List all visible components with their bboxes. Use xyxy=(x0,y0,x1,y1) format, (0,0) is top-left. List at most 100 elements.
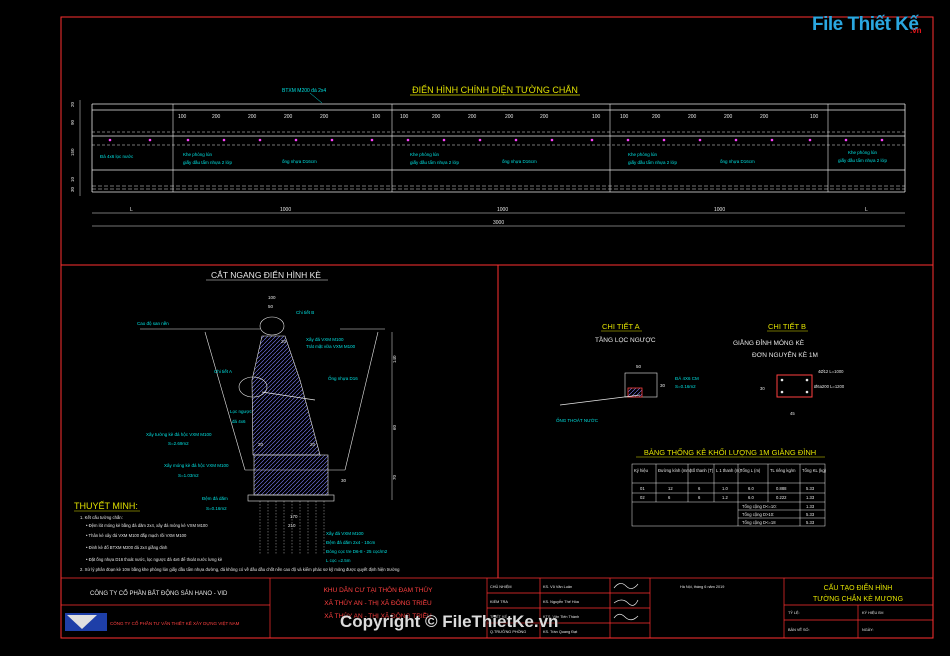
svg-text:1.33: 1.33 xyxy=(806,504,815,509)
svg-text:GIẰNG ĐỈNH MÓNG KÈ: GIẰNG ĐỈNH MÓNG KÈ xyxy=(733,338,805,347)
svg-text:Xây đá VXM M100: Xây đá VXM M100 xyxy=(306,337,344,342)
svg-text:ống nhựa D16cm: ống nhựa D16cm xyxy=(282,159,317,164)
svg-text:Tổng KL (kg): Tổng KL (kg) xyxy=(802,468,827,473)
svg-text:BẢN VẼ SỐ:: BẢN VẼ SỐ: xyxy=(788,627,810,632)
svg-text:100: 100 xyxy=(372,114,381,120)
svg-text:XÃ THỦY AN - THỊ XÃ ĐÔNG TRIỀU: XÃ THỦY AN - THỊ XÃ ĐÔNG TRIỀU xyxy=(324,597,432,607)
svg-text:10: 10 xyxy=(70,176,75,182)
consultant-name: CÔNG TY CỔ PHẦN TƯ VẤN THIẾT KẾ XÂY DỰNG… xyxy=(110,619,240,626)
svg-text:5.33: 5.33 xyxy=(806,486,815,491)
svg-text:S=2.69m2: S=2.69m2 xyxy=(168,441,189,446)
svg-text:200: 200 xyxy=(320,114,329,120)
svg-text:30: 30 xyxy=(70,186,75,192)
svg-text:1.33: 1.33 xyxy=(806,495,815,500)
svg-text:01: 01 xyxy=(640,486,645,491)
svg-text:Số thanh (T): Số thanh (T) xyxy=(690,468,714,473)
watermark-logo: File Thiết Kế .vn xyxy=(812,14,922,42)
notes-block: THUYẾT MINH: 1. Kết cấu tường chắn: • Đệ… xyxy=(74,501,400,572)
svg-text:• Thân kè xây đá VXM M100 đắp: • Thân kè xây đá VXM M100 đắp mạch rồi V… xyxy=(86,533,187,538)
svg-text:Cao độ san nền: Cao độ san nền xyxy=(137,321,169,326)
signature xyxy=(613,599,639,606)
svg-text:20: 20 xyxy=(70,101,75,107)
svg-text:Khe phòng lún: Khe phòng lún xyxy=(410,152,440,157)
detail-b: CHI TIẾT B GIẰNG ĐỈNH MÓNG KÈ ĐƠN NGUYÊN… xyxy=(733,321,845,416)
svg-text:CHI TIẾT B: CHI TIẾT B xyxy=(768,321,806,331)
svg-text:4Ø12 L=1000: 4Ø12 L=1000 xyxy=(818,369,844,374)
svg-text:Lọc ngược: Lọc ngược xyxy=(230,409,252,414)
svg-text:30: 30 xyxy=(760,386,765,391)
svg-text:Tổng cộng D<=10:: Tổng cộng D<=10: xyxy=(742,504,777,509)
svg-text:0.888: 0.888 xyxy=(776,486,787,491)
svg-text:Tổng cộng D>10:: Tổng cộng D>10: xyxy=(742,512,774,517)
svg-text:S=0.16m2: S=0.16m2 xyxy=(675,384,696,389)
svg-text:KÝ HIỆU BV:: KÝ HIỆU BV: xyxy=(862,610,884,615)
svg-text:Tổng cộng D<=18: Tổng cộng D<=18 xyxy=(742,520,776,525)
svg-text:100: 100 xyxy=(592,114,601,120)
svg-text:Chi tiết B: Chi tiết B xyxy=(296,310,314,315)
cad-drawing: ĐIỂN HÌNH CHÍNH DIỆN TƯỜNG CHẮN BTXM M20… xyxy=(60,16,934,639)
svg-text:BẢNG THỐNG KÊ KHỐI LƯỢNG 1M GI: BẢNG THỐNG KÊ KHỐI LƯỢNG 1M GIẰNG ĐỈNH xyxy=(644,447,816,457)
svg-text:90: 90 xyxy=(70,119,75,125)
svg-text:Khe phòng lún: Khe phòng lún xyxy=(183,152,213,157)
svg-text:200: 200 xyxy=(760,114,769,120)
svg-text:20: 20 xyxy=(258,442,264,447)
watermark-logo-text: File Thiết Kế xyxy=(812,14,919,35)
svg-text:30: 30 xyxy=(660,383,666,388)
svg-text:200: 200 xyxy=(284,114,293,120)
svg-text:• Đệm lót móng kè bằng đá dăm: • Đệm lót móng kè bằng đá dăm 2x4, xây đ… xyxy=(86,523,208,528)
svg-text:1.2: 1.2 xyxy=(722,495,728,500)
svg-text:1. Kết cấu tường chắn:: 1. Kết cấu tường chắn: xyxy=(80,515,123,520)
svg-text:TỶ LỆ:: TỶ LỆ: xyxy=(788,610,800,615)
svg-text:Chi tiết A: Chi tiết A xyxy=(214,369,232,374)
svg-text:Trát mặt vữa VXM M100: Trát mặt vữa VXM M100 xyxy=(306,344,356,349)
svg-text:L 1 thanh (m): L 1 thanh (m) xyxy=(716,468,741,473)
svg-text:200: 200 xyxy=(652,114,661,120)
svg-text:ỐNG THOÁT NƯỚC: ỐNG THOÁT NƯỚC xyxy=(556,417,599,423)
svg-text:1000: 1000 xyxy=(714,207,725,213)
drain-points xyxy=(108,138,884,142)
signature xyxy=(613,613,639,621)
svg-text:6.0: 6.0 xyxy=(748,486,754,491)
svg-text:100: 100 xyxy=(620,114,629,120)
elevation-view: ĐIỂN HÌNH CHÍNH DIỆN TƯỜNG CHẮN BTXM M20… xyxy=(70,84,906,227)
svg-text:200: 200 xyxy=(248,114,257,120)
svg-text:CHI TIẾT A: CHI TIẾT A xyxy=(602,321,640,331)
svg-text:100: 100 xyxy=(400,114,409,120)
svg-text:200: 200 xyxy=(432,114,441,120)
svg-text:Ống nhựa D16: Ống nhựa D16 xyxy=(328,375,358,381)
svg-text:20: 20 xyxy=(281,339,287,344)
svg-text:giấy dầu tẩm nhựa 2 lớp: giấy dầu tẩm nhựa 2 lớp xyxy=(628,159,677,165)
svg-text:6: 6 xyxy=(698,486,701,491)
svg-text:170: 170 xyxy=(290,514,298,519)
svg-text:Đóng cọc tre D6-8 - 25 cọc/m2: Đóng cọc tre D6-8 - 25 cọc/m2 xyxy=(326,549,388,554)
svg-text:Khe phòng lún: Khe phòng lún xyxy=(628,152,658,157)
svg-text:6.0: 6.0 xyxy=(748,495,754,500)
svg-text:2. Xử lý phân đoạn kè 10m bằng: 2. Xử lý phân đoạn kè 10m bằng khe phòng… xyxy=(80,567,400,572)
svg-text:Ø6a200 L=1200: Ø6a200 L=1200 xyxy=(814,384,845,389)
svg-text:Đệm đá dăm 2x4 - 10cm: Đệm đá dăm 2x4 - 10cm xyxy=(326,540,376,545)
svg-text:50: 50 xyxy=(268,304,274,309)
svg-text:L: L xyxy=(865,207,868,213)
svg-text:L: L xyxy=(130,207,133,213)
svg-text:Xây móng kè đá hộc VXM M100: Xây móng kè đá hộc VXM M100 xyxy=(164,463,229,468)
svg-text:5.33: 5.33 xyxy=(806,520,815,525)
svg-text:Tổng L (m): Tổng L (m) xyxy=(740,468,761,473)
svg-text:Đệm đá dăm: Đệm đá dăm xyxy=(202,496,228,501)
svg-text:Hà Nội, tháng 6 năm 2019: Hà Nội, tháng 6 năm 2019 xyxy=(680,585,724,589)
svg-text:0.222: 0.222 xyxy=(776,495,787,500)
svg-text:đá 4x6: đá 4x6 xyxy=(232,419,246,424)
svg-text:S=1.03m2: S=1.03m2 xyxy=(178,473,199,478)
svg-text:NGÀY:: NGÀY: xyxy=(862,628,874,632)
svg-text:50: 50 xyxy=(636,364,642,369)
company-name: CÔNG TY CỔ PHẦN BẤT ĐỘNG SẢN HANO - VID xyxy=(90,590,228,597)
svg-text:1.0: 1.0 xyxy=(722,486,728,491)
svg-text:L cọc =2.5m: L cọc =2.5m xyxy=(326,558,351,563)
svg-text:1000: 1000 xyxy=(280,207,291,213)
svg-text:60: 60 xyxy=(392,424,397,430)
svg-text:TẦNG LỌC NGƯỢC: TẦNG LỌC NGƯỢC xyxy=(595,334,656,344)
svg-text:• Đinh kè đổ BTXM M200 đá 2x4: • Đinh kè đổ BTXM M200 đá 2x4 giằng đinh xyxy=(86,545,168,550)
rebar-table: BẢNG THỐNG KÊ KHỐI LƯỢNG 1M GIẰNG ĐỈNH K… xyxy=(631,447,827,527)
svg-text:12: 12 xyxy=(668,486,673,491)
svg-text:KHU DÂN CƯ TẠI THÔN ĐẠM THỦY: KHU DÂN CƯ TẠI THÔN ĐẠM THỦY xyxy=(324,585,434,594)
svg-text:ĐƠN NGUYÊN KÈ 1M: ĐƠN NGUYÊN KÈ 1M xyxy=(752,350,818,359)
